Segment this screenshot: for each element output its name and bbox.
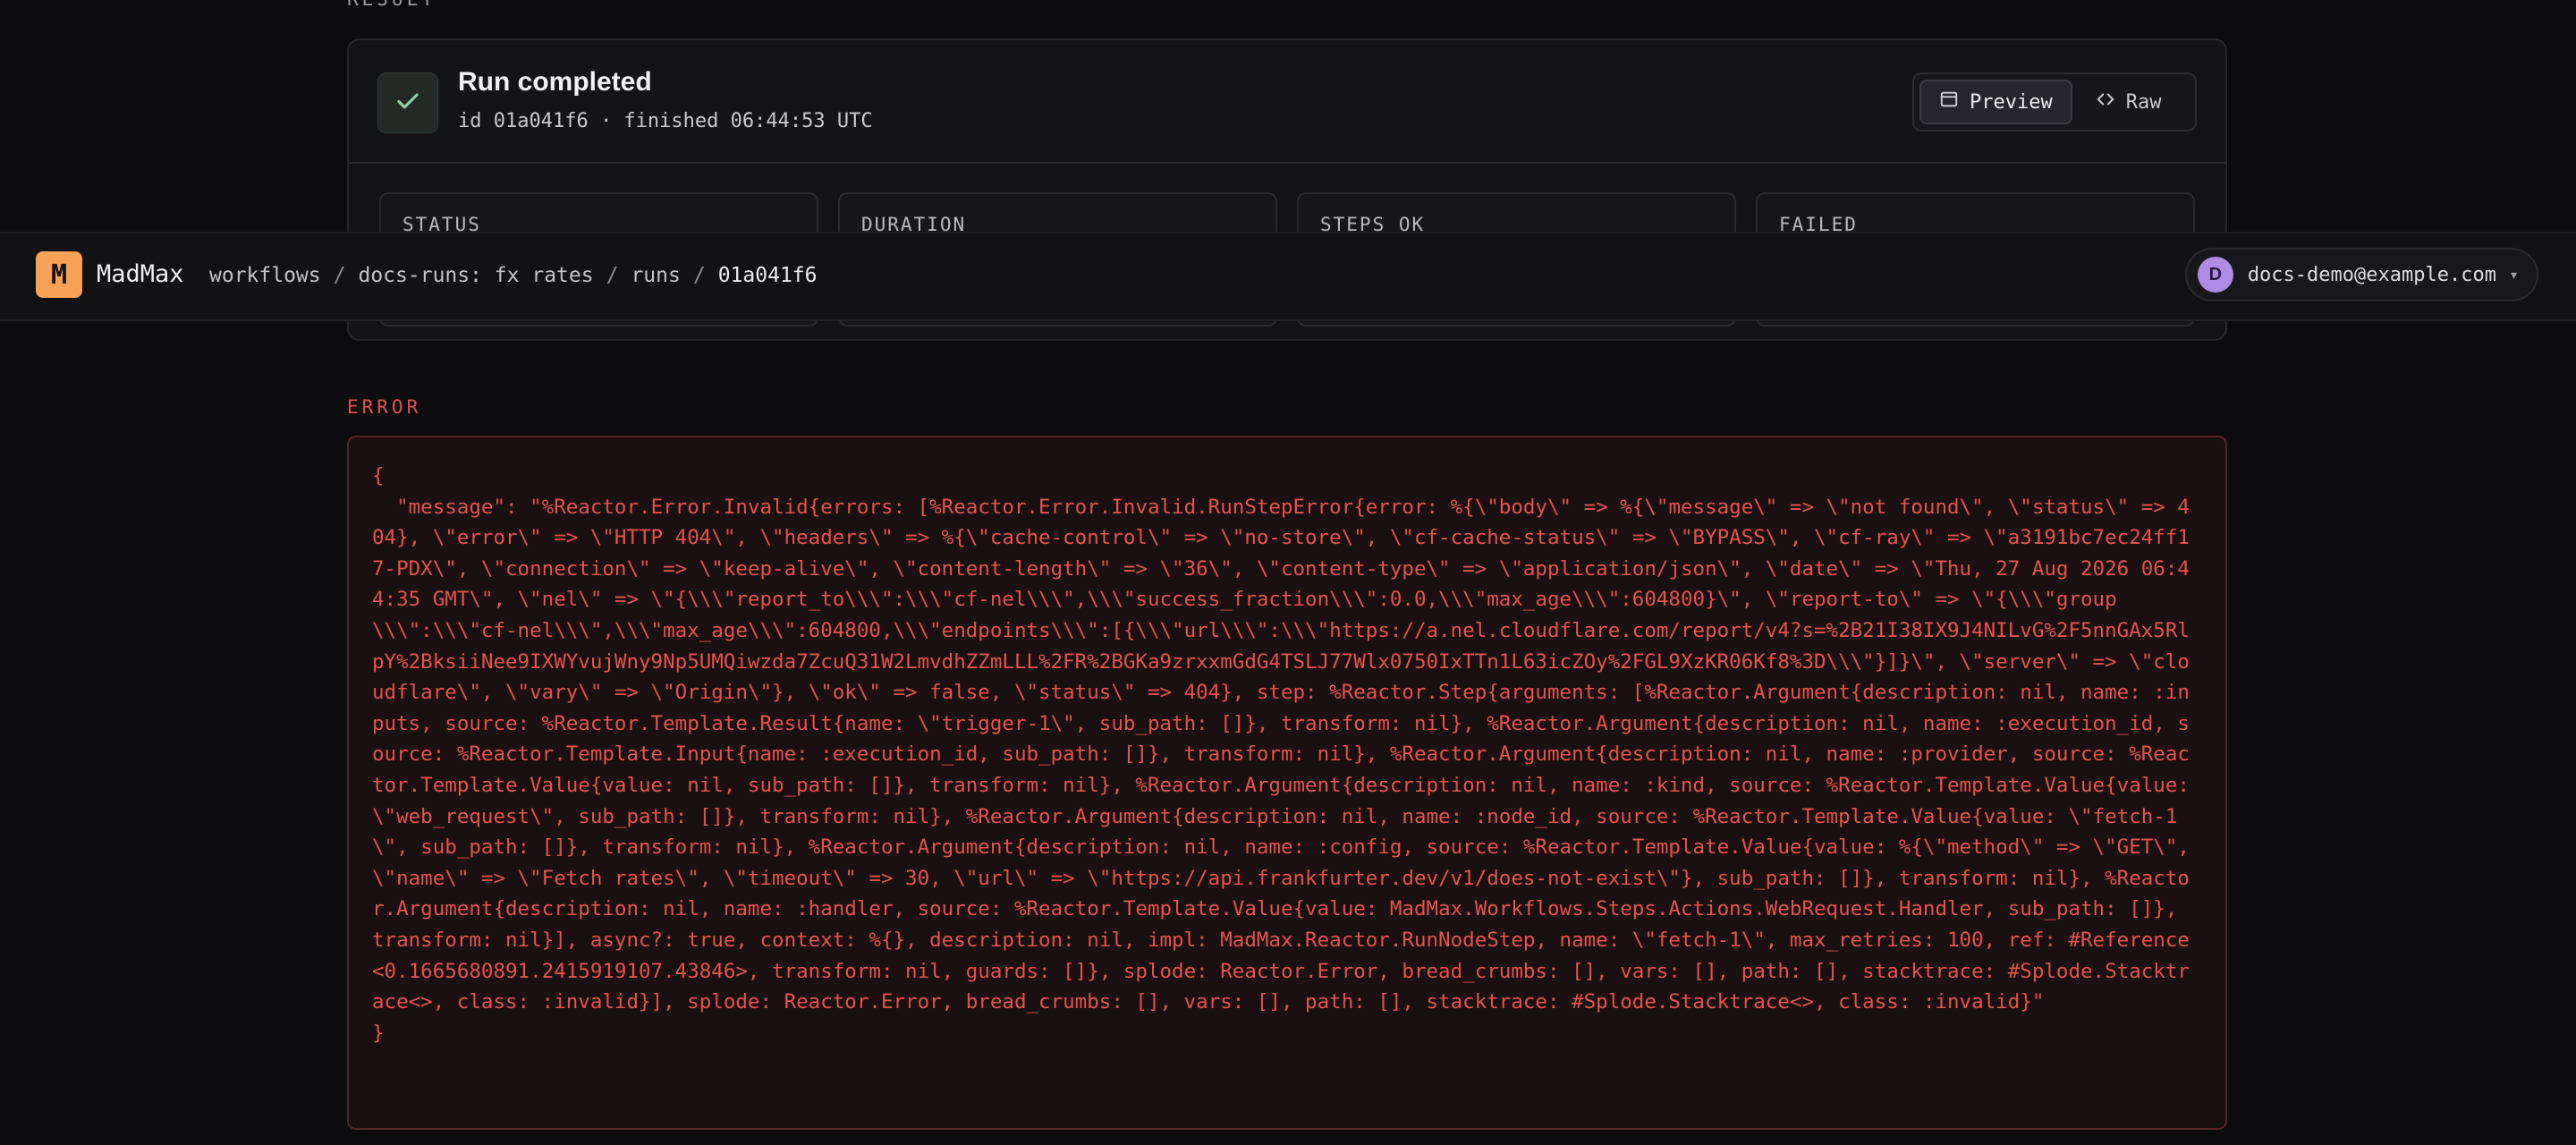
breadcrumb-separator: / (606, 264, 619, 287)
stat-label: STEPS OK (1320, 214, 1426, 235)
breadcrumb-item-workflows[interactable]: workflows (209, 264, 321, 287)
breadcrumb-item-workflow[interactable]: docs-runs: fx rates (358, 264, 593, 287)
error-output-box: { "message": "%Reactor.Error.Invalid{err… (347, 436, 2227, 1130)
avatar: D (2197, 257, 2233, 293)
breadcrumb-item-current-run: 01a041f6 (717, 264, 818, 287)
top-nav-bar: M MadMax workflows / docs-runs: fx rates… (0, 233, 2576, 321)
check-icon (394, 88, 421, 119)
raw-button[interactable]: Raw (2078, 80, 2180, 124)
breadcrumb-item-runs[interactable]: runs (631, 264, 680, 287)
window-icon (1939, 89, 1959, 114)
stat-label: STATUS (402, 214, 481, 235)
preview-button[interactable]: Preview (1919, 80, 2072, 124)
chevron-down-icon: ▾ (2510, 267, 2517, 282)
stat-label: FAILED (1779, 214, 1858, 235)
result-section-heading: RESULT (347, 0, 436, 9)
breadcrumb-separator: / (692, 264, 706, 287)
breadcrumb: workflows / docs-runs: fx rates / runs /… (209, 264, 817, 287)
error-json: { "message": "%Reactor.Error.Invalid{err… (372, 464, 2190, 1045)
status-success-badge (377, 72, 438, 133)
error-section-heading: ERROR (347, 396, 422, 418)
raw-button-label: Raw (2125, 90, 2162, 114)
stat-label: DURATION (861, 214, 967, 235)
run-meta: id 01a041f6 · finished 06:44:53 UTC (458, 110, 873, 132)
result-card-header: Run completed id 01a041f6 · finished 06:… (349, 40, 2225, 164)
run-status-title: Run completed (458, 67, 652, 97)
user-menu-button[interactable]: D docs-demo@example.com ▾ (2184, 248, 2538, 301)
app-logo[interactable]: M (36, 251, 82, 298)
preview-button-label: Preview (1970, 90, 2053, 114)
app-name[interactable]: MadMax (97, 260, 184, 288)
breadcrumb-separator: / (333, 264, 346, 287)
code-icon (2096, 89, 2115, 114)
view-toggle: Preview Raw (1912, 72, 2197, 131)
user-email: docs-demo@example.com (2247, 263, 2496, 286)
